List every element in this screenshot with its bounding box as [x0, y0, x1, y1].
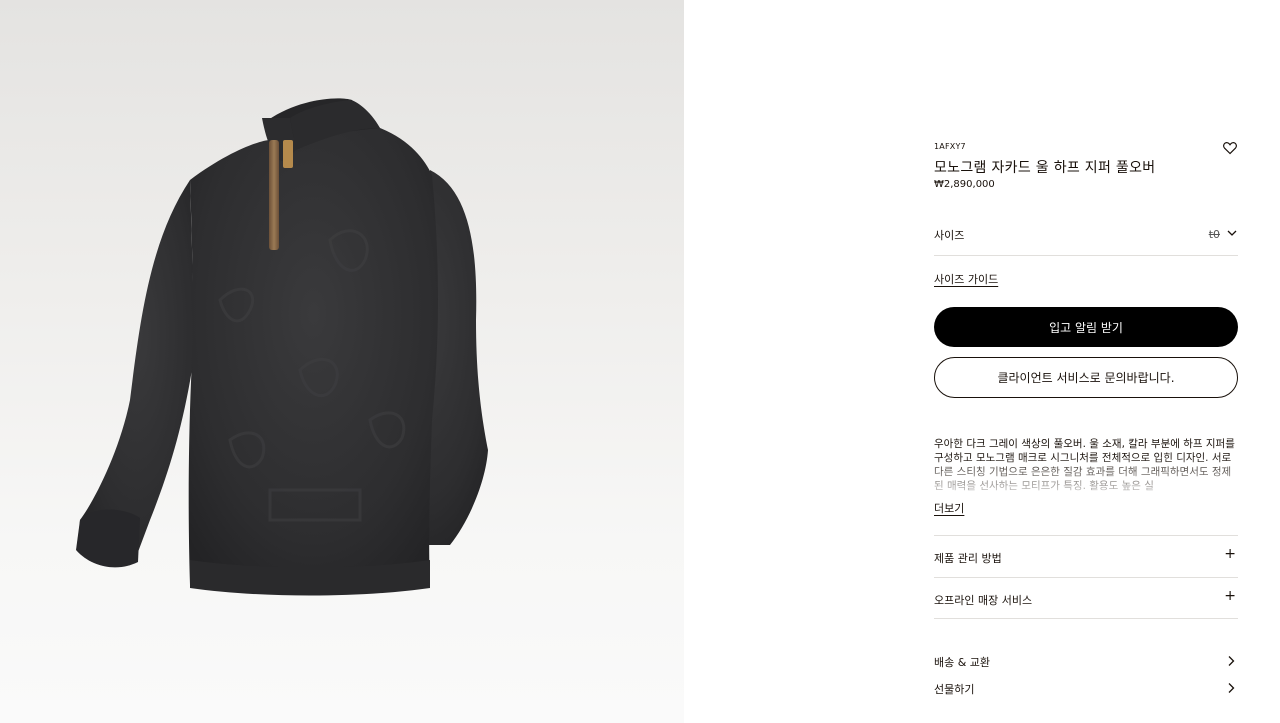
plus-icon: + [1224, 546, 1236, 562]
chevron-down-icon [1227, 230, 1237, 236]
contact-client-service-button[interactable]: 클라이언트 서비스로 문의바랍니다. [934, 357, 1238, 398]
chevron-right-icon [1228, 683, 1235, 693]
size-guide-link[interactable]: 사이즈 가이드 [934, 271, 998, 287]
heart-icon[interactable] [1222, 140, 1238, 156]
plus-icon: + [1224, 588, 1236, 604]
product-image [76, 98, 488, 596]
product-details: 1AFXY7 모노그램 자카드 울 하프 지퍼 풀오버 ₩2,890,000 사… [934, 0, 1238, 723]
size-selector[interactable]: 사이즈 t0 [934, 218, 1238, 256]
shipping-returns-link[interactable]: 배송 & 교환 [934, 652, 1238, 672]
accordion-label: 오프라인 매장 서비스 [934, 594, 1033, 607]
notify-restock-button[interactable]: 입고 알림 받기 [934, 307, 1238, 347]
gift-link[interactable]: 선물하기 [934, 679, 1238, 699]
product-description: 우아한 다크 그레이 색상의 풀오버. 울 소재, 칼라 부분에 하프 지퍼를 … [934, 438, 1235, 492]
size-value: t0 [1208, 228, 1220, 241]
read-more-link[interactable]: 더보기 [934, 500, 964, 516]
accordion-store-services[interactable]: 오프라인 매장 서비스 + [934, 577, 1238, 619]
product-price: ₩2,890,000 [934, 179, 995, 190]
product-image-panel [0, 0, 684, 723]
link-label: 선물하기 [934, 683, 975, 696]
product-name: 모노그램 자카드 울 하프 지퍼 풀오버 [934, 160, 1156, 176]
accordion-label: 제품 관리 방법 [934, 552, 1002, 565]
chevron-right-icon [1228, 656, 1235, 666]
size-label: 사이즈 [934, 229, 965, 242]
link-label: 배송 & 교환 [934, 656, 991, 669]
accordion-care-instructions[interactable]: 제품 관리 방법 + [934, 535, 1238, 577]
product-sku: 1AFXY7 [934, 142, 966, 151]
